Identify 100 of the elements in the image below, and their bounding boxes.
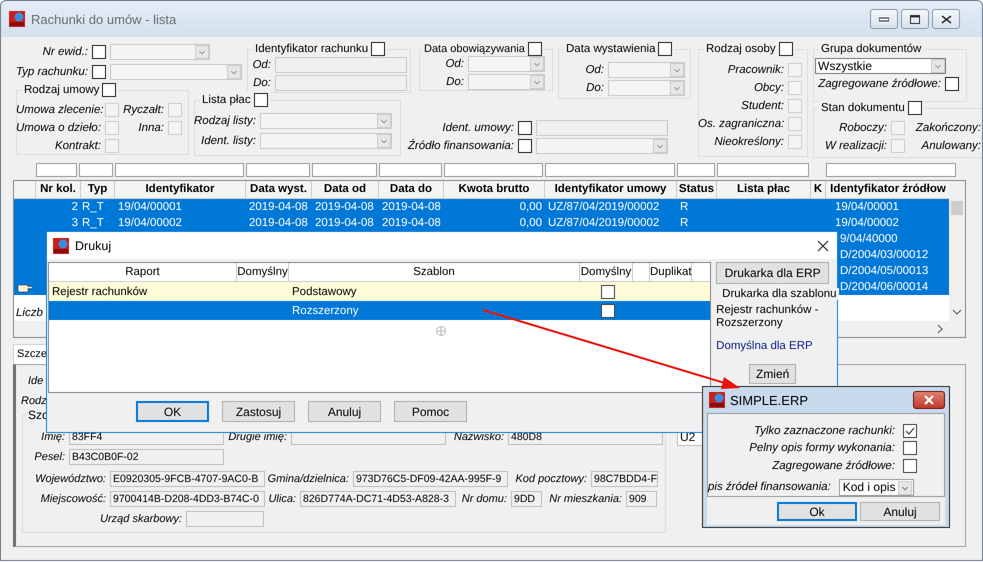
column-filter-field[interactable] — [79, 163, 113, 177]
text-field[interactable]: 826D774A-DC71-4D53-A828-3 — [300, 491, 456, 507]
checkbox[interactable] — [778, 42, 793, 56]
column-filter-field[interactable] — [826, 163, 956, 177]
field-label: Zagregowane źródłowe: — [817, 78, 941, 90]
column-filter-field[interactable] — [677, 163, 715, 177]
chevron-right-icon[interactable] — [937, 324, 943, 334]
dropdown[interactable]: Wszystkie — [815, 58, 946, 74]
dialog-button[interactable]: OK — [136, 401, 209, 422]
template-name: Rejestr rachunków - Rozszerzony — [716, 304, 820, 330]
checkbox[interactable] — [528, 42, 542, 56]
close-icon — [940, 14, 952, 24]
field-label: Od: — [251, 59, 271, 71]
close-button[interactable] — [932, 9, 960, 29]
field-label: Od: — [584, 64, 604, 76]
table-cell-text: UZ/87/04/2019/00002 — [547, 216, 660, 231]
column-filter-field[interactable] — [115, 163, 244, 177]
column-header[interactable]: Duplikat — [650, 263, 692, 281]
text-field[interactable]: B43C0B0F-02 — [69, 449, 224, 465]
text-field[interactable]: E0920305-9FCB-4707-9AC0-B — [110, 471, 265, 487]
vertical-scrollbar[interactable] — [949, 181, 965, 321]
checkbox[interactable] — [903, 424, 917, 438]
close-button[interactable] — [913, 391, 945, 409]
text-field[interactable]: 9DD — [511, 491, 542, 507]
minimize-button[interactable] — [870, 9, 898, 29]
column-header[interactable]: Data od — [312, 181, 379, 198]
column-header[interactable]: K — [811, 181, 826, 198]
chevron-down-icon[interactable] — [952, 309, 962, 315]
scrollbar-thumb[interactable] — [951, 201, 963, 215]
app-icon — [709, 392, 725, 408]
checkbox[interactable] — [903, 458, 917, 473]
text-field[interactable]: 9700414B-D208-4DD3-B74C-0 — [110, 491, 265, 507]
dialog-button[interactable]: Pomoc — [394, 401, 467, 422]
field-label: Drugie imię: — [227, 431, 288, 443]
checkbox[interactable] — [945, 77, 959, 91]
table-row[interactable]: 2 R_T 19/04/00001 2019-04-08 2019-04-08 2019-04-08 0,00 UZ/87/04/2019/00002 R 19/04/00001 — [14, 199, 949, 215]
field-label: Umowa zlecenie: — [16, 104, 101, 116]
text-field[interactable]: 909 — [626, 491, 657, 507]
report-row[interactable]: Rejestr rachunków Podstawowy — [49, 282, 710, 301]
dropdown[interactable]: Kod i opis — [838, 478, 914, 496]
group-title: Grupa dokumentów — [821, 42, 922, 54]
maximize-button[interactable] — [901, 9, 929, 29]
column-header[interactable]: Domyślny — [237, 263, 289, 281]
field-label: Obcy: — [752, 82, 784, 94]
text-field[interactable]: 973D76C5-DF09-42AA-995F-9 — [353, 471, 508, 487]
field-label: Nr ewid.: — [42, 46, 88, 58]
checkbox[interactable] — [601, 284, 615, 298]
dialog-button[interactable]: Ok — [777, 502, 857, 521]
column-header[interactable]: Domyślny — [580, 263, 633, 281]
column-filter-field[interactable] — [717, 163, 809, 177]
column-header[interactable]: Kwota brutto — [444, 181, 545, 198]
tab[interactable]: Szcze — [13, 344, 49, 364]
checkbox[interactable] — [371, 42, 386, 56]
checkbox[interactable] — [903, 441, 917, 456]
column-header[interactable]: Typ — [81, 181, 115, 198]
field-label: Nr domu: — [460, 493, 508, 505]
checkbox[interactable] — [254, 92, 268, 106]
column-header[interactable]: Data do — [379, 181, 444, 198]
table-cell-text: 19/04/00001 — [834, 200, 900, 215]
column-header[interactable]: Identyfikator umowy — [545, 181, 677, 198]
field-label: Rodzaj listy: — [194, 115, 256, 127]
field-label: Województwo: — [34, 473, 107, 485]
option-label: Zagregowane źródłowe: — [772, 460, 895, 472]
column-filter-field[interactable] — [444, 163, 543, 177]
checkbox[interactable] — [908, 100, 922, 114]
table-cell-text: 0,00 — [518, 216, 543, 231]
dialog-button[interactable]: Anuluj — [308, 401, 381, 422]
column-filter-field[interactable] — [246, 163, 310, 177]
column-filter-field[interactable] — [36, 163, 77, 177]
column-header[interactable]: Lista płac — [717, 181, 811, 198]
app-icon — [53, 238, 69, 254]
column-header[interactable]: Nr kol. — [36, 181, 81, 198]
checkbox[interactable] — [658, 42, 672, 56]
column-header[interactable]: Identyfikator — [115, 181, 246, 198]
table-cell-text: 2019-04-08 — [248, 200, 309, 215]
change-button[interactable]: Zmień — [749, 364, 796, 384]
table-row[interactable]: 3 R_T 19/04/00002 2019-04-08 2019-04-08 2019-04-08 0,00 UZ/87/04/2019/00002 R 19/04/00002 — [14, 215, 949, 231]
text-field[interactable] — [186, 511, 264, 527]
checkbox[interactable] — [102, 82, 116, 96]
checkbox[interactable] — [601, 304, 615, 318]
column-header[interactable]: Data wyst. — [246, 181, 312, 198]
field-label: Urząd skarbowy: — [99, 513, 183, 525]
column-filter-field[interactable] — [379, 163, 442, 177]
text-field[interactable]: 98C7BDD4-F — [591, 471, 658, 487]
report-row[interactable]: Rozszerzony — [49, 301, 710, 320]
column-header[interactable]: Status — [677, 181, 717, 198]
group-title: Data wystawienia — [566, 42, 656, 54]
crosshair-icon — [435, 325, 447, 337]
field-label: Ident. listy: — [200, 135, 256, 147]
column-filter-field[interactable] — [545, 163, 675, 177]
field-label: Gmina/dzielnica: — [266, 473, 350, 485]
dialog-button[interactable]: Anuluj — [860, 502, 940, 521]
column-filter-field[interactable] — [312, 163, 377, 177]
dialog-button[interactable]: Zastosuj — [222, 401, 295, 422]
field-label: Anulowany: — [920, 140, 981, 152]
caret-icon — [195, 45, 209, 59]
close-icon[interactable] — [817, 240, 829, 252]
printer-name: Domyślna dla ERP — [716, 340, 814, 352]
printer-button[interactable]: Drukarka dla ERP — [716, 262, 830, 284]
table-cell-text: D/2004/03/00012 — [839, 248, 930, 263]
